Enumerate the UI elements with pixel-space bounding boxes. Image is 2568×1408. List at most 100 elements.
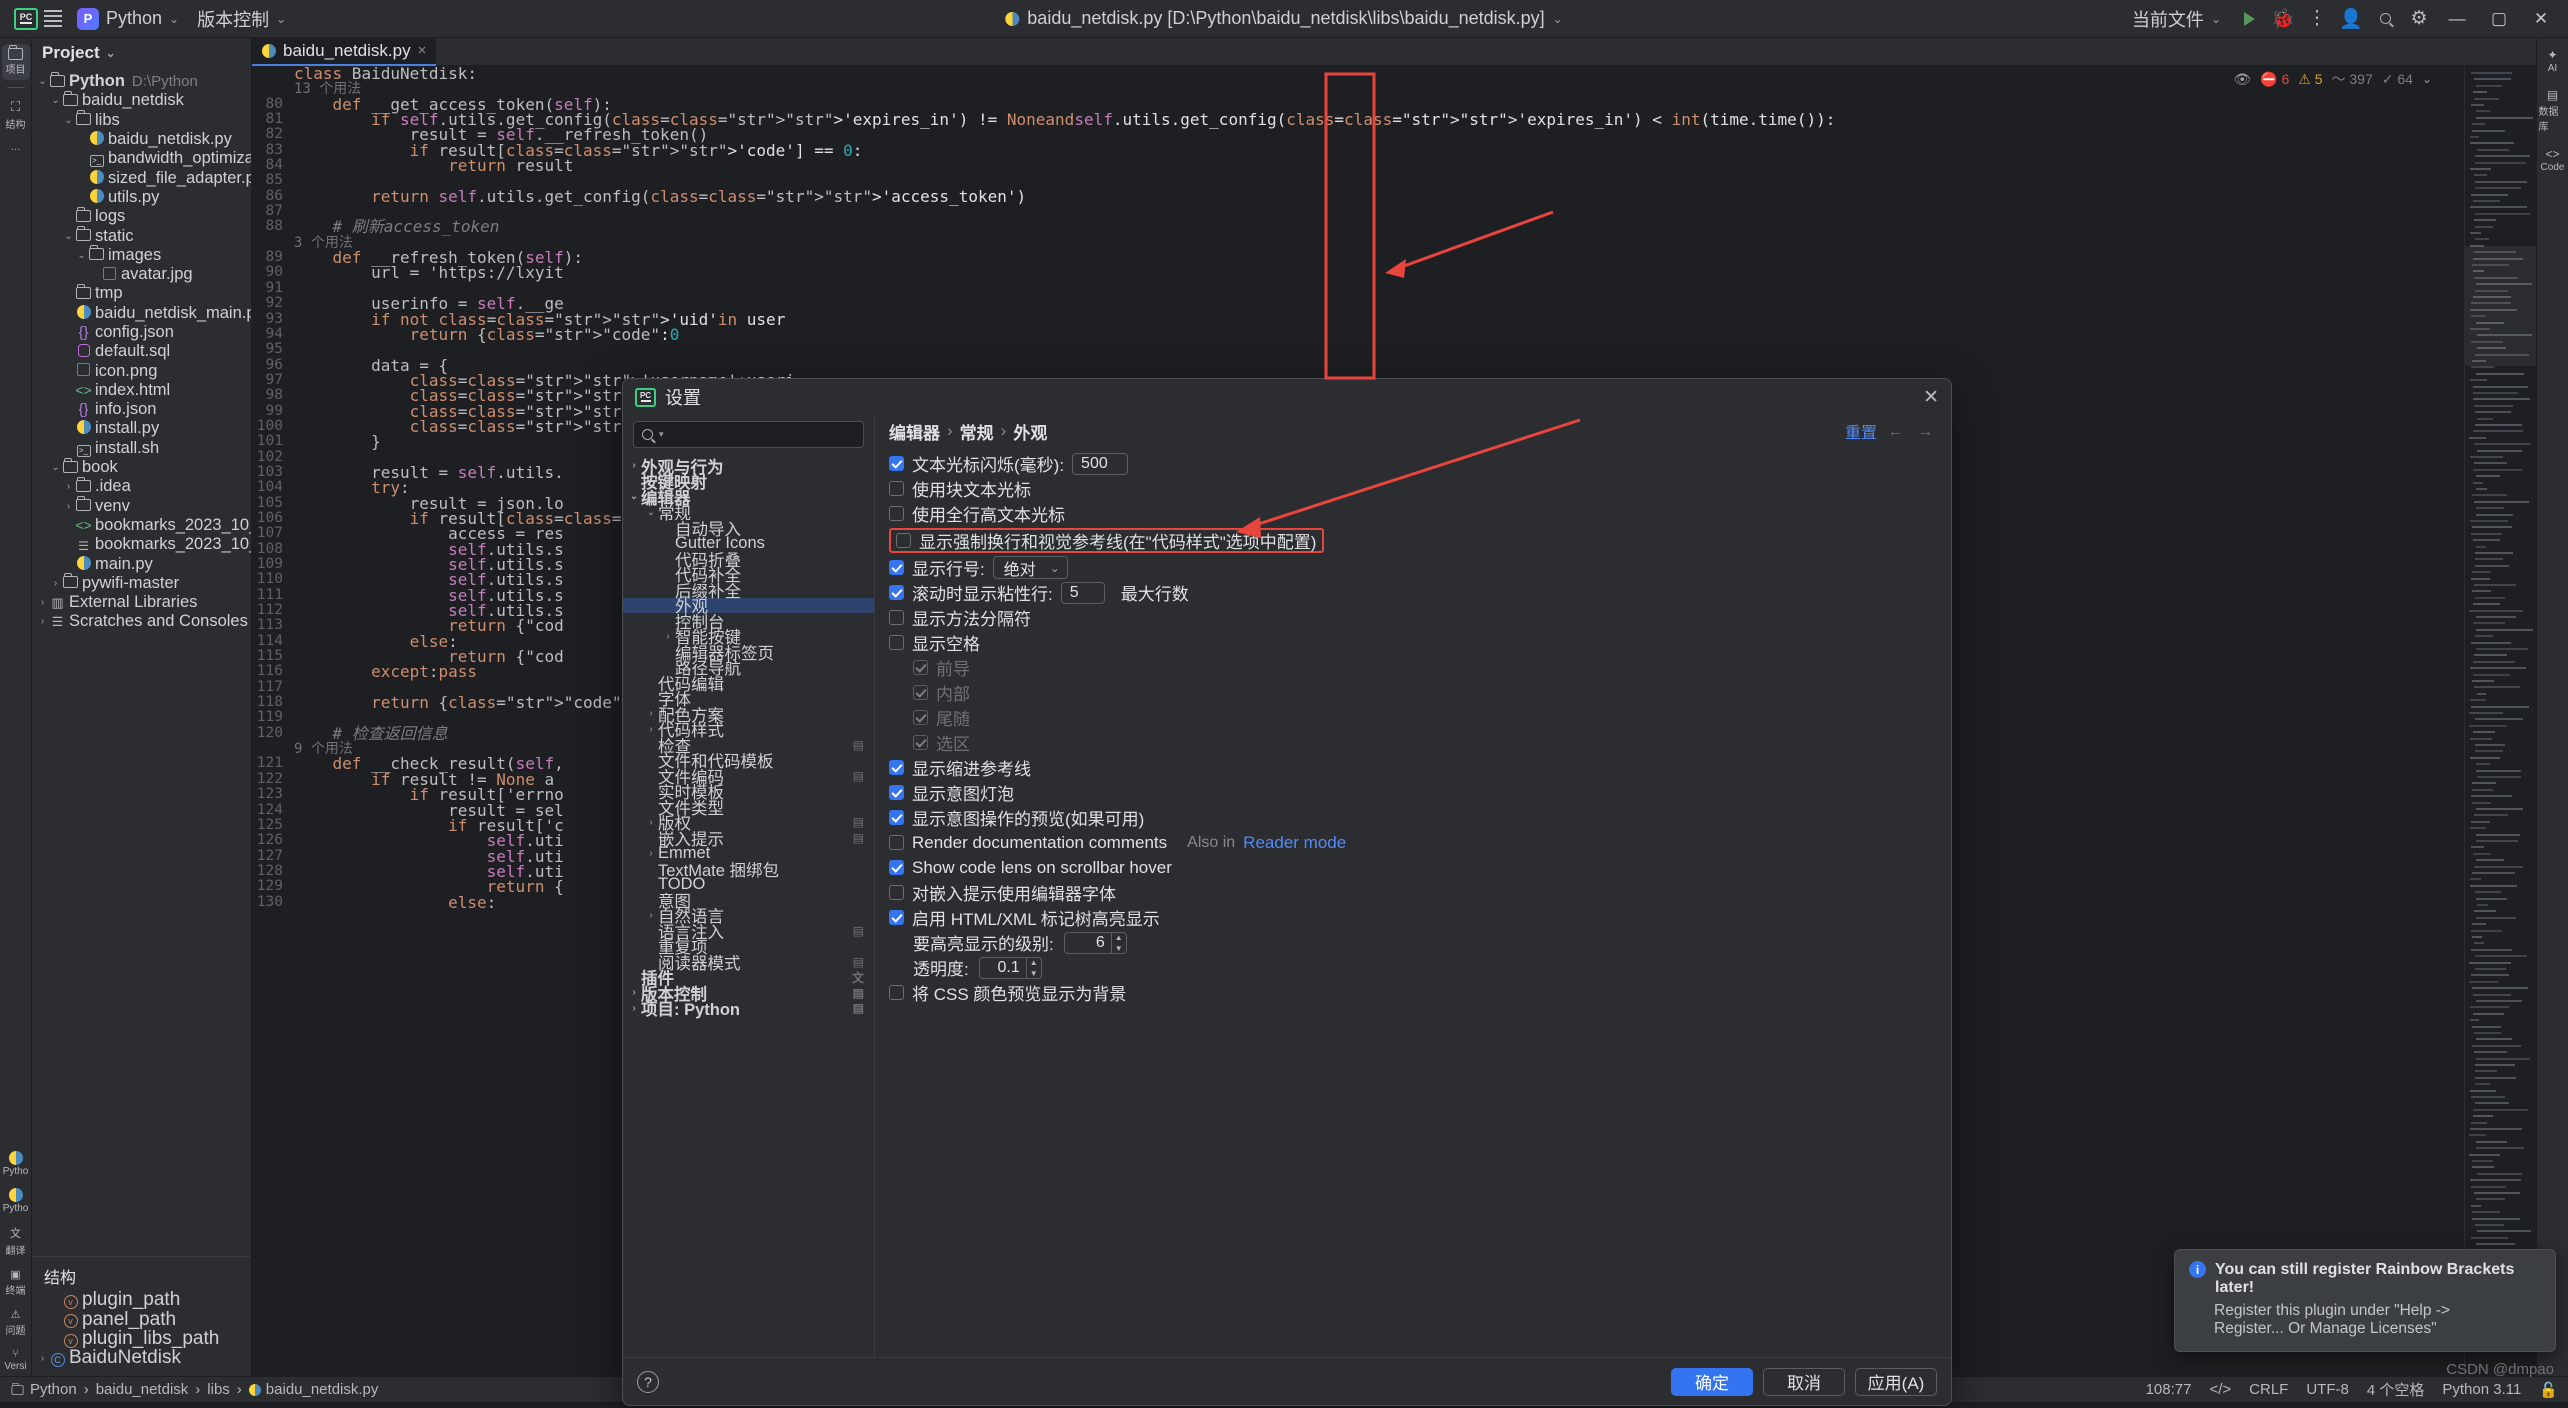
chevron-down-icon[interactable]: ⌄ (62, 231, 75, 242)
tree-item[interactable]: main.py (32, 554, 251, 573)
run-icon[interactable] (2234, 6, 2264, 32)
tree-item[interactable]: sized_file_adapter.py (32, 168, 251, 187)
settings-gear-icon[interactable]: ⚙ (2404, 6, 2434, 32)
close-icon[interactable]: × (418, 42, 427, 59)
chevron-down-icon[interactable]: ⌄ (2422, 72, 2432, 86)
breadcrumb-general[interactable]: 常规 (960, 419, 994, 444)
more-icon[interactable]: ⋮ (2302, 6, 2332, 32)
spinner-arrows[interactable]: ▲ ▼ (1111, 933, 1126, 953)
rail-item-database[interactable]: ▤ 数据库 (2539, 84, 2567, 137)
line-content[interactable]: return result (294, 158, 573, 173)
tree-item[interactable]: v plugin_path (32, 1291, 251, 1310)
chevron-right-icon[interactable]: › (627, 460, 641, 471)
checkbox[interactable] (889, 910, 904, 925)
settings-tree-item[interactable]: 代码补全 (623, 567, 874, 583)
minimap-viewport[interactable] (2465, 246, 2536, 366)
tree-item[interactable]: ☰ bookmarks_2023_10_8.txt (32, 535, 251, 554)
breadcrumb-editor[interactable]: 编辑器 (889, 419, 940, 444)
chevron-right-icon[interactable]: › (62, 481, 75, 492)
chevron-down-icon[interactable]: ⌄ (627, 491, 641, 502)
rail-item-problems[interactable]: ⚠ 问题 (2, 1304, 30, 1341)
run-configuration-selector[interactable]: 当前文件 ⌄ (2123, 2, 2230, 36)
tree-item[interactable]: › .idea (32, 477, 251, 496)
chevron-down-icon[interactable]: ⌄ (75, 250, 88, 261)
tree-item[interactable]: › pywifi-master (32, 574, 251, 593)
chevron-down-icon[interactable]: ⌄ (49, 95, 62, 106)
chevron-right-icon[interactable]: › (661, 631, 675, 642)
tree-item[interactable]: ⌄ book (32, 458, 251, 477)
line-content[interactable]: class BaiduNetdisk: (294, 66, 477, 81)
settings-search-input[interactable]: ▾ (633, 421, 864, 448)
tree-item[interactable]: ⌄ static (32, 226, 251, 245)
chevron-right-icon[interactable]: › (49, 578, 62, 589)
settings-tree-item[interactable]: Gutter Icons (623, 536, 874, 552)
minimize-button[interactable]: — (2438, 0, 2476, 38)
chevron-right-icon[interactable]: › (62, 501, 75, 512)
tree-item[interactable]: avatar.jpg (32, 265, 251, 284)
chevron-right-icon[interactable]: › (644, 708, 658, 719)
help-icon[interactable]: ? (637, 1371, 659, 1393)
option-spinner[interactable]: 6 ▲ ▼ (1064, 932, 1127, 954)
tree-item[interactable]: v panel_path (32, 1310, 251, 1329)
chevron-down-icon[interactable]: ⌄ (62, 115, 75, 126)
rail-item-python-packages[interactable]: Pytho (2, 1184, 30, 1218)
tree-item[interactable]: ⌄ images (32, 246, 251, 265)
project-tree[interactable]: ⌄ Python D:\Python ⌄ baidu_netdisk ⌄ libs baidu… (32, 68, 251, 1252)
chevron-right-icon[interactable]: › (644, 724, 658, 735)
checkbox[interactable] (889, 835, 904, 850)
tree-item[interactable]: › ▥ External Libraries (32, 593, 251, 612)
option-dropdown[interactable]: 绝对 ⌄ (993, 556, 1068, 579)
chevron-right-icon[interactable]: › (36, 1353, 49, 1364)
line-content[interactable]: return self.utils.get_config(class=class… (294, 189, 1017, 204)
checkbox[interactable] (889, 760, 904, 775)
option-spinner[interactable]: 0.1 ▲ ▼ (979, 957, 1042, 979)
indent-setting[interactable]: 4 个空格 (2367, 1379, 2425, 1400)
line-content[interactable]: else: (294, 895, 496, 910)
checkbox[interactable] (889, 635, 904, 650)
file-encoding[interactable]: UTF-8 (2306, 1381, 2349, 1398)
line-content[interactable]: # 刷新access_token (294, 219, 499, 234)
tree-item[interactable]: icon.png (32, 361, 251, 380)
checkbox[interactable] (889, 610, 904, 625)
spinner-arrows[interactable]: ▲ ▼ (1026, 958, 1041, 978)
tree-item[interactable]: logs (32, 207, 251, 226)
checkbox[interactable] (896, 533, 911, 548)
settings-tree-item[interactable]: 外观 (623, 598, 874, 614)
chevron-down-icon[interactable]: ⌄ (49, 462, 62, 473)
chevron-right-icon[interactable]: › (627, 1003, 641, 1014)
tree-item[interactable]: › venv (32, 497, 251, 516)
ok-button[interactable]: 确定 (1671, 1368, 1753, 1396)
tree-item[interactable]: baidu_netdisk.py (32, 130, 251, 149)
settings-tree-item[interactable]: 编辑器标签页 (623, 644, 874, 660)
code-minimap[interactable] (2464, 66, 2536, 1376)
tree-item[interactable]: utils.py (32, 188, 251, 207)
breadcrumb-baidu-netdisk[interactable]: baidu_netdisk (96, 1381, 189, 1398)
tree-item[interactable]: ⌄ libs (32, 111, 251, 130)
sidebar-item-project[interactable]: 项目 (2, 44, 30, 80)
maximize-button[interactable]: ▢ (2480, 0, 2518, 38)
tree-item[interactable]: <> index.html (32, 381, 251, 400)
hamburger-menu-icon[interactable] (38, 6, 68, 32)
checkbox[interactable] (889, 585, 904, 600)
rail-item-ai[interactable]: ✦ AI (2539, 44, 2567, 78)
tree-item[interactable]: › C BaiduNetdisk (32, 1349, 251, 1368)
line-content[interactable]: except:pass (294, 664, 477, 679)
checkbox[interactable] (889, 481, 904, 496)
line-separator[interactable]: CRLF (2249, 1381, 2288, 1398)
settings-tree-item[interactable]: ⌄ 常规 (623, 505, 874, 521)
chevron-right-icon[interactable]: › (644, 910, 658, 921)
option-value-input[interactable]: 500 (1072, 453, 1128, 475)
settings-tree-item[interactable]: › 项目: Python ▤ (623, 1001, 874, 1017)
line-content[interactable]: url = 'https://lxyit (294, 265, 564, 280)
rail-item-code[interactable]: <> Code (2539, 143, 2567, 177)
tree-item[interactable]: >_bandwidth_optimization.sh (32, 149, 251, 168)
structure-tree[interactable]: v plugin_path v panel_path v plugin_libs_path… (32, 1291, 251, 1376)
reset-link[interactable]: 重置 (1845, 419, 1877, 443)
rail-item-terminal[interactable]: ▣ 终端 (2, 1264, 30, 1301)
inspection-widget[interactable]: 👁 ⛔ 6 ⚠ 5 〜 397 ✓ 64 ⌄ (2233, 69, 2432, 89)
settings-tree[interactable]: › 外观与行为 按键映射 ⌄ 编辑器 ⌄ 常规 自动导入 Gutter Icons 代码折叠 代码补… (623, 456, 874, 1357)
checkbox[interactable] (889, 785, 904, 800)
chevron-right-icon[interactable]: › (644, 848, 658, 859)
nav-forward-icon[interactable]: → (1914, 423, 1937, 440)
tree-item[interactable]: >_ install.sh (32, 439, 251, 458)
